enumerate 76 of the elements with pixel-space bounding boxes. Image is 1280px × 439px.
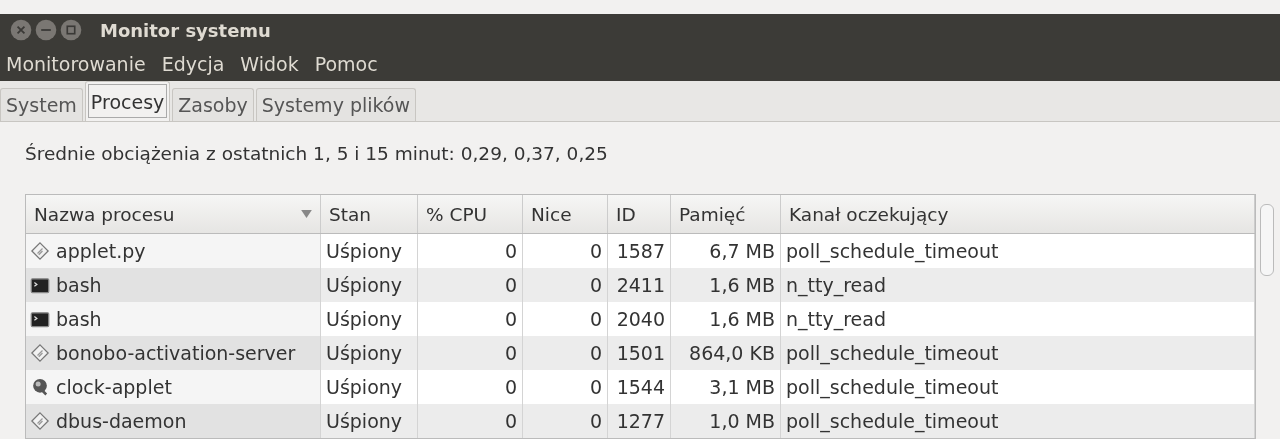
table-cell: 0 (589, 308, 602, 330)
table-cell: poll_schedule_timeout (786, 240, 999, 262)
table-cell: 1277 (616, 410, 665, 432)
table-cell: dbus-daemon (56, 410, 187, 432)
table-cell: 1,6 MB (709, 308, 775, 330)
table-cell: poll_schedule_timeout (786, 342, 999, 364)
table-cell: 0 (504, 274, 517, 296)
sort-arrow-icon (301, 210, 312, 218)
table-cell: 2040 (616, 308, 665, 330)
column-header[interactable]: Nice (523, 195, 608, 233)
script-icon (30, 241, 50, 261)
table-cell: poll_schedule_timeout (786, 376, 999, 398)
table-cell: 0 (504, 342, 517, 364)
maximize-icon[interactable] (60, 19, 82, 42)
table-cell: 1,0 MB (709, 410, 775, 432)
script-icon (30, 411, 50, 431)
table-cell: 0 (504, 308, 517, 330)
table-cell: poll_schedule_timeout (786, 410, 999, 432)
table-cell: clock-applet (56, 376, 172, 398)
table-cell: 6,7 MB (709, 240, 775, 262)
column-header[interactable]: Pamięć (671, 195, 781, 233)
column-header[interactable]: Stan (321, 195, 418, 233)
table-cell: Uśpiony (326, 308, 403, 330)
column-label: Nice (531, 203, 572, 225)
table-cell: Uśpiony (326, 342, 403, 364)
table-cell: 0 (589, 410, 602, 432)
table-cell: Uśpiony (326, 240, 403, 262)
column-label: ID (616, 203, 636, 225)
column-label: Kanał oczekujący (789, 203, 949, 225)
table-cell: 0 (504, 240, 517, 262)
column-header[interactable]: Kanał oczekujący (781, 195, 1255, 233)
tab[interactable]: Systemy plików (255, 88, 417, 121)
tab[interactable]: Zasoby (172, 88, 254, 121)
table-cell: 0 (589, 342, 602, 364)
menu-item[interactable]: Widok (234, 52, 309, 75)
table-cell: 2411 (616, 274, 665, 296)
table-cell: 1,6 MB (709, 274, 775, 296)
column-label: Pamięć (679, 203, 746, 225)
column-header[interactable]: % CPU (418, 195, 523, 233)
table-cell: Uśpiony (326, 274, 403, 296)
column-label: Nazwa procesu (34, 203, 175, 225)
table-cell: 1587 (616, 240, 665, 262)
terminal-icon (30, 275, 50, 295)
menu-item[interactable]: Edycja (155, 52, 235, 75)
table-cell: 3,1 MB (709, 376, 775, 398)
column-header[interactable]: ID (608, 195, 671, 233)
table-cell: applet.py (56, 240, 146, 262)
menu-item[interactable]: Pomoc (308, 52, 388, 75)
tab[interactable]: Procesy (84, 81, 171, 121)
load-average-text: Średnie obciążenia z ostatnich 1, 5 i 15 minut: 0,29, 0,37, 0,25 (25, 142, 609, 166)
table-cell: 864,0 KB (689, 342, 775, 364)
terminal-icon (30, 309, 50, 329)
minimize-icon[interactable] (35, 19, 57, 42)
table-cell: 1544 (616, 376, 665, 398)
column-header[interactable]: Nazwa procesu (26, 195, 321, 233)
table-cell: Uśpiony (326, 410, 403, 432)
tab[interactable]: System (0, 88, 83, 121)
table-cell: 0 (589, 376, 602, 398)
table-cell: bash (56, 308, 102, 330)
table-cell: 0 (589, 274, 602, 296)
script-icon (30, 343, 50, 363)
column-label: Stan (329, 203, 372, 225)
menu-item[interactable]: Monitorowanie (0, 52, 156, 75)
table-cell: Uśpiony (326, 376, 403, 398)
table-cell: bash (56, 274, 102, 296)
table-cell: 0 (504, 410, 517, 432)
close-icon[interactable] (10, 19, 32, 42)
table-cell: bonobo-activation-server (56, 342, 296, 364)
table-cell: n_tty_read (786, 308, 886, 330)
scrollbar[interactable] (1260, 204, 1274, 276)
table-cell: 1501 (616, 342, 665, 364)
table-cell: 0 (589, 240, 602, 262)
window-title: Monitor systemu (100, 19, 271, 41)
table-cell: n_tty_read (786, 274, 886, 296)
column-label: % CPU (426, 203, 488, 225)
table-cell: 0 (504, 376, 517, 398)
